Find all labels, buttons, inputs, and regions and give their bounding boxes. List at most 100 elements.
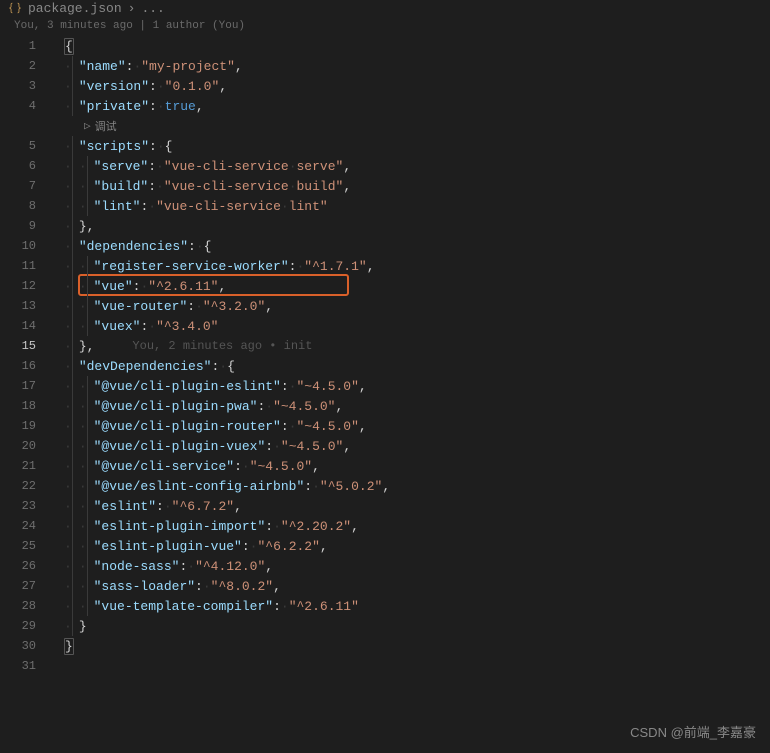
code-content[interactable]: ·"scripts":·{ <box>64 136 172 156</box>
code-content[interactable]: ··"serve":·"vue-cli-service·serve", <box>64 156 351 176</box>
code-line[interactable]: 4 ·"private":·true, <box>0 96 770 116</box>
line-number[interactable]: 16 <box>0 359 44 373</box>
code-content[interactable]: ··"vuex":·"^3.4.0" <box>64 316 218 336</box>
play-icon: ▷ <box>84 119 91 133</box>
line-number[interactable]: 9 <box>0 219 44 233</box>
code-line[interactable]: 6 ··"serve":·"vue-cli-service·serve", <box>0 156 770 176</box>
code-line[interactable]: 10 ·"dependencies":·{ <box>0 236 770 256</box>
code-content[interactable]: ··"@vue/cli-plugin-pwa":·"~4.5.0", <box>64 396 343 416</box>
code-line[interactable]: 8 ··"lint":·"vue-cli-service·lint" <box>0 196 770 216</box>
code-line[interactable]: 20 ··"@vue/cli-plugin-vuex":·"~4.5.0", <box>0 436 770 456</box>
code-line[interactable]: 1{ <box>0 36 770 56</box>
line-number[interactable]: 5 <box>0 139 44 153</box>
code-content[interactable]: ·"name":·"my-project", <box>64 56 243 76</box>
code-line[interactable]: 11 ··"register-service-worker":·"^1.7.1", <box>0 256 770 276</box>
code-line[interactable]: 2 ·"name":·"my-project", <box>0 56 770 76</box>
line-number[interactable]: 4 <box>0 99 44 113</box>
code-content[interactable]: ··"build":·"vue-cli-service·build", <box>64 176 351 196</box>
code-line[interactable]: 17 ··"@vue/cli-plugin-eslint":·"~4.5.0", <box>0 376 770 396</box>
line-number[interactable]: 21 <box>0 459 44 473</box>
code-content[interactable]: ·"private":·true, <box>64 96 204 116</box>
code-line[interactable]: 19 ··"@vue/cli-plugin-router":·"~4.5.0", <box>0 416 770 436</box>
line-number[interactable]: 25 <box>0 539 44 553</box>
code-content[interactable]: ·"dependencies":·{ <box>64 236 211 256</box>
code-line[interactable]: 30} <box>0 636 770 656</box>
code-content[interactable]: ··"node-sass":·"^4.12.0", <box>64 556 273 576</box>
line-number[interactable]: 15 <box>0 339 44 353</box>
code-line[interactable]: 29 ·} <box>0 616 770 636</box>
watermark: CSDN @前端_李嘉豪 <box>630 722 756 741</box>
line-number[interactable]: 13 <box>0 299 44 313</box>
line-number[interactable]: 8 <box>0 199 44 213</box>
line-number[interactable]: 30 <box>0 639 44 653</box>
code-content[interactable]: ·"devDependencies":·{ <box>64 356 235 376</box>
code-line[interactable]: 14 ··"vuex":·"^3.4.0" <box>0 316 770 336</box>
tab-filename[interactable]: package.json <box>28 1 122 16</box>
code-content[interactable]: ·}, <box>64 216 94 236</box>
line-number[interactable]: 18 <box>0 399 44 413</box>
line-number[interactable]: 7 <box>0 179 44 193</box>
line-number[interactable]: 12 <box>0 279 44 293</box>
code-content[interactable]: ·},You, 2 minutes ago • init <box>64 336 312 356</box>
code-editor[interactable]: 1{2·"name":·"my-project",3·"version":·"0… <box>0 36 770 676</box>
breadcrumb-more[interactable]: ... <box>141 1 164 16</box>
line-number[interactable]: 14 <box>0 319 44 333</box>
line-number[interactable]: 6 <box>0 159 44 173</box>
code-content[interactable]: } <box>64 638 74 655</box>
line-number[interactable]: 26 <box>0 559 44 573</box>
code-content[interactable]: ··"eslint":·"^6.7.2", <box>64 496 242 516</box>
code-content[interactable]: ··"eslint-plugin-vue":·"^6.2.2", <box>64 536 328 556</box>
code-line[interactable]: 16 ·"devDependencies":·{ <box>0 356 770 376</box>
code-content[interactable]: ··"@vue/cli-service":·"~4.5.0", <box>64 456 320 476</box>
code-line[interactable]: 31 <box>0 656 770 676</box>
code-content[interactable]: ··"vue-router":·"^3.2.0", <box>64 296 273 316</box>
line-number[interactable]: 24 <box>0 519 44 533</box>
code-content[interactable]: ··"register-service-worker":·"^1.7.1", <box>64 256 375 276</box>
line-number[interactable]: 1 <box>0 39 44 53</box>
code-line[interactable]: 7 ··"build":·"vue-cli-service·build", <box>0 176 770 196</box>
line-number[interactable]: 10 <box>0 239 44 253</box>
line-number[interactable]: 20 <box>0 439 44 453</box>
code-line[interactable]: 26 ··"node-sass":·"^4.12.0", <box>0 556 770 576</box>
code-line[interactable]: 12 ··"vue":·"^2.6.11", <box>0 276 770 296</box>
code-line[interactable]: 9 ·}, <box>0 216 770 236</box>
code-content[interactable]: ··"lint":·"vue-cli-service·lint" <box>64 196 328 216</box>
line-number[interactable]: 3 <box>0 79 44 93</box>
code-line[interactable]: 3 ·"version":·"0.1.0", <box>0 76 770 96</box>
line-number[interactable]: 27 <box>0 579 44 593</box>
code-line[interactable]: 13 ··"vue-router":·"^3.2.0", <box>0 296 770 316</box>
line-number[interactable]: 28 <box>0 599 44 613</box>
code-line[interactable]: 28 ··"vue-template-compiler":·"^2.6.11" <box>0 596 770 616</box>
code-content[interactable]: ··"vue":·"^2.6.11", <box>64 276 226 296</box>
code-content[interactable]: ··"eslint-plugin-import":·"^2.20.2", <box>64 516 359 536</box>
code-line[interactable]: 23 ··"eslint":·"^6.7.2", <box>0 496 770 516</box>
code-content[interactable]: ·"version":·"0.1.0", <box>64 76 227 96</box>
line-number[interactable]: 31 <box>0 659 44 673</box>
code-line[interactable]: 15 ·},You, 2 minutes ago • init <box>0 336 770 356</box>
line-number[interactable]: 11 <box>0 259 44 273</box>
code-content[interactable]: ·} <box>64 616 87 636</box>
line-number[interactable]: 22 <box>0 479 44 493</box>
line-number[interactable]: 17 <box>0 379 44 393</box>
code-content[interactable]: ··"@vue/cli-plugin-vuex":·"~4.5.0", <box>64 436 351 456</box>
code-content[interactable]: ··"@vue/eslint-config-airbnb":·"^5.0.2", <box>64 476 390 496</box>
debug-codelens[interactable]: ▷调试 <box>0 116 770 136</box>
inline-blame: You, 2 minutes ago • init <box>132 339 312 353</box>
code-line[interactable]: 21 ··"@vue/cli-service":·"~4.5.0", <box>0 456 770 476</box>
line-number[interactable]: 29 <box>0 619 44 633</box>
code-line[interactable]: 27 ··"sass-loader":·"^8.0.2", <box>0 576 770 596</box>
code-content[interactable]: { <box>64 38 74 55</box>
code-line[interactable]: 18 ··"@vue/cli-plugin-pwa":·"~4.5.0", <box>0 396 770 416</box>
code-line[interactable]: 24 ··"eslint-plugin-import":·"^2.20.2", <box>0 516 770 536</box>
code-content[interactable]: ··"@vue/cli-plugin-eslint":·"~4.5.0", <box>64 376 367 396</box>
code-line[interactable]: 25 ··"eslint-plugin-vue":·"^6.2.2", <box>0 536 770 556</box>
line-number[interactable]: 2 <box>0 59 44 73</box>
code-content[interactable]: ··"vue-template-compiler":·"^2.6.11" <box>64 596 359 616</box>
code-content[interactable]: ··"sass-loader":·"^8.0.2", <box>64 576 281 596</box>
code-line[interactable]: 22 ··"@vue/eslint-config-airbnb":·"^5.0.2… <box>0 476 770 496</box>
gitlens-blame-header[interactable]: You, 3 minutes ago | 1 author (You) <box>0 16 770 36</box>
code-content[interactable]: ··"@vue/cli-plugin-router":·"~4.5.0", <box>64 416 367 436</box>
line-number[interactable]: 19 <box>0 419 44 433</box>
code-line[interactable]: 5 ·"scripts":·{ <box>0 136 770 156</box>
line-number[interactable]: 23 <box>0 499 44 513</box>
